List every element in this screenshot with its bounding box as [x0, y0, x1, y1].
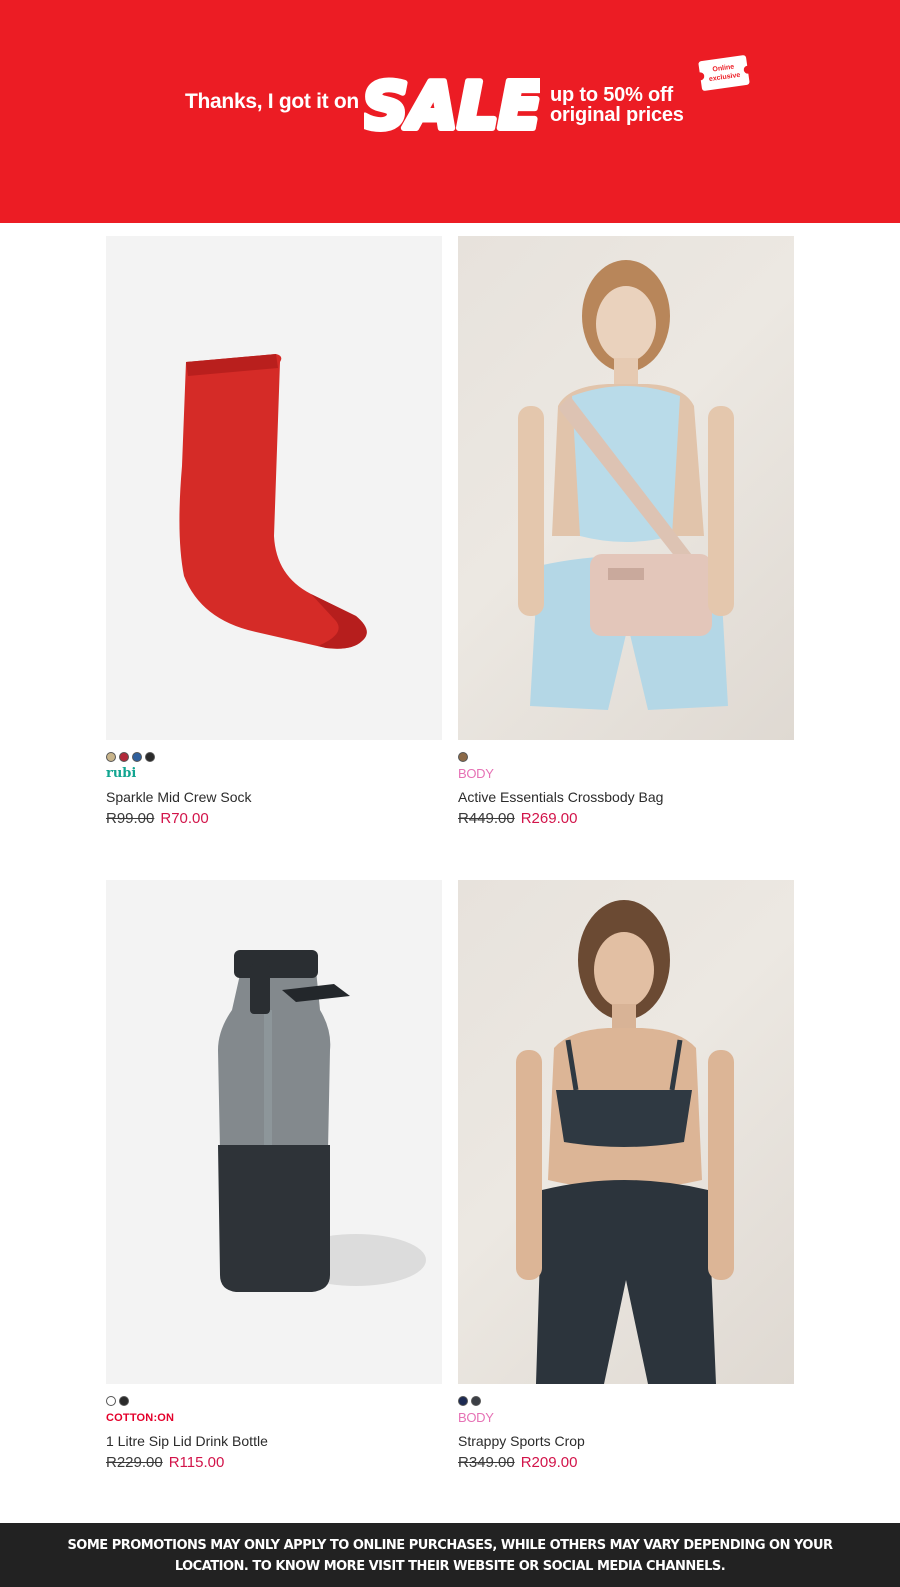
- brand-logo: rubi: [106, 766, 137, 781]
- color-swatches: [458, 1396, 794, 1407]
- brand-logo: BODY: [458, 1410, 494, 1425]
- banner-offer-line2: original prices: [550, 104, 684, 126]
- sale-price: R115.00: [168, 1454, 225, 1471]
- disclaimer-text: SOME PROMOTIONS MAY ONLY APPLY TO ONLINE…: [67, 1538, 833, 1574]
- product-card[interactable]: COTTON:ON 1 Litre Sip Lid Drink Bottle R…: [106, 880, 442, 1472]
- product-image[interactable]: [106, 880, 442, 1384]
- original-price: R349.00: [458, 1454, 515, 1471]
- sale-price: R70.00: [160, 810, 209, 827]
- product-name[interactable]: Sparkle Mid Crew Sock: [106, 788, 442, 806]
- product-image[interactable]: [106, 236, 442, 740]
- sports-crop-model-image: [516, 900, 734, 1384]
- color-swatch[interactable]: [145, 752, 155, 762]
- sale-logo: SALE: [364, 67, 540, 146]
- product-prices: R229.00 R115.00: [106, 1454, 442, 1472]
- product-image[interactable]: [458, 236, 794, 740]
- sale-price: R269.00: [520, 810, 578, 827]
- product-prices: R99.00 R70.00: [106, 810, 442, 828]
- online-exclusive-tag: Online exclusive: [698, 54, 750, 92]
- brand-logo: COTTON:ON: [106, 1412, 175, 1424]
- color-swatch[interactable]: [471, 1396, 481, 1406]
- sale-price: R209.00: [520, 1454, 578, 1471]
- red-sock-image: [179, 354, 367, 649]
- svg-text:SALE: SALE: [364, 70, 540, 144]
- product-card[interactable]: BODY Active Essentials Crossbody Bag R44…: [458, 236, 794, 828]
- color-swatches: [458, 752, 794, 763]
- original-price: R229.00: [106, 1454, 163, 1471]
- sale-banner[interactable]: Thanks, I got it on SALE up to 50% off o…: [0, 0, 900, 223]
- color-swatch[interactable]: [458, 1396, 468, 1406]
- product-prices: R349.00 R209.00: [458, 1454, 794, 1472]
- color-swatches: [106, 752, 442, 763]
- color-swatch[interactable]: [106, 752, 116, 762]
- original-price: R99.00: [106, 810, 155, 827]
- banner-offer-line1: up to 50% off: [550, 84, 673, 106]
- color-swatch[interactable]: [458, 752, 468, 762]
- promotions-disclaimer: SOME PROMOTIONS MAY ONLY APPLY TO ONLINE…: [0, 1523, 900, 1587]
- color-swatch[interactable]: [132, 752, 142, 762]
- brand-logo: BODY: [458, 766, 494, 781]
- color-swatch[interactable]: [106, 1396, 116, 1406]
- product-name[interactable]: Active Essentials Crossbody Bag: [458, 788, 794, 806]
- drink-bottle-image: [218, 950, 426, 1292]
- color-swatch[interactable]: [119, 752, 129, 762]
- color-swatches: [106, 1396, 442, 1407]
- crossbody-bag-model-image: [518, 260, 734, 710]
- product-prices: R449.00 R269.00: [458, 810, 794, 828]
- color-swatch[interactable]: [119, 1396, 129, 1406]
- product-card[interactable]: BODY Strappy Sports Crop R349.00 R209.00: [458, 880, 794, 1472]
- product-image[interactable]: [458, 880, 794, 1384]
- banner-thanks-text: Thanks, I got it on: [185, 90, 359, 113]
- original-price: R449.00: [458, 810, 515, 827]
- product-name[interactable]: 1 Litre Sip Lid Drink Bottle: [106, 1432, 442, 1450]
- product-name[interactable]: Strappy Sports Crop: [458, 1432, 794, 1450]
- product-card[interactable]: rubi Sparkle Mid Crew Sock R99.00 R70.00: [106, 236, 442, 828]
- banner-offer: up to 50% off original prices: [550, 85, 684, 125]
